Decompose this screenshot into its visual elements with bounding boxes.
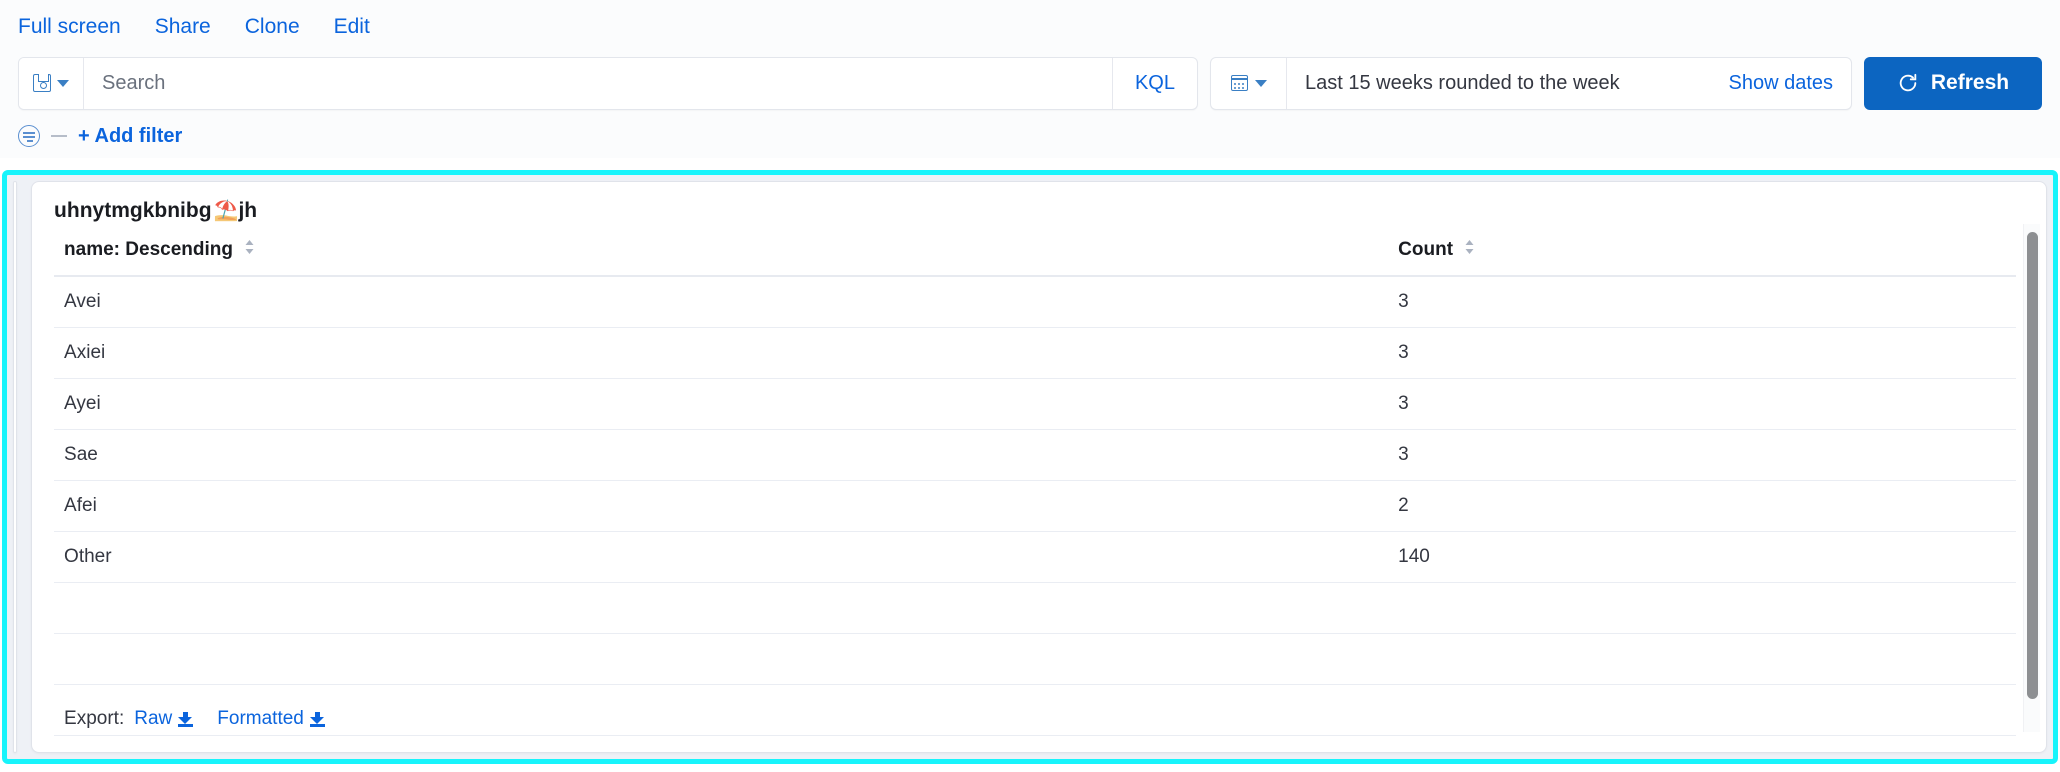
- search-input[interactable]: [84, 58, 1112, 109]
- download-icon: [310, 712, 325, 727]
- cell-empty: [1388, 582, 2016, 633]
- chevron-down-icon: [1255, 80, 1267, 87]
- export-raw-label: Raw: [134, 708, 172, 730]
- cell-count: 3: [1388, 378, 2016, 429]
- table-header-row: name: Descending Count: [54, 233, 2016, 276]
- sort-icon[interactable]: [1464, 239, 1475, 261]
- donut-chart-svg[interactable]: [14, 270, 17, 710]
- refresh-label: Refresh: [1931, 71, 2009, 95]
- export-formatted-link[interactable]: Formatted: [217, 708, 325, 730]
- date-range-label[interactable]: Last 15 weeks rounded to the week: [1287, 58, 1728, 109]
- dashboard-panels-container: poilkhjkj ☃️ AveiAxieiAyeiSaeAfei uhnytm…: [2, 170, 2058, 764]
- data-table: name: Descending Count: [54, 233, 2016, 736]
- table-body: Avei3Axiei3Ayei3Sae3Afei2Other140: [54, 276, 2016, 735]
- edit-button[interactable]: Edit: [334, 16, 370, 37]
- refresh-button[interactable]: Refresh: [1864, 57, 2042, 110]
- column-header-count-label: Count: [1398, 239, 1453, 260]
- saved-query-button[interactable]: [19, 58, 84, 109]
- table-row[interactable]: Ayei3: [54, 378, 2016, 429]
- query-language-button[interactable]: KQL: [1112, 58, 1197, 109]
- export-label: Export:: [64, 708, 124, 730]
- cell-name: Other: [54, 531, 1388, 582]
- panel-title-left: poilkhjkj ☃️: [14, 182, 17, 229]
- panel-pie-chart[interactable]: poilkhjkj ☃️ AveiAxieiAyeiSaeAfei: [13, 181, 17, 753]
- column-header-count[interactable]: Count: [1388, 233, 2016, 276]
- export-raw-link[interactable]: Raw: [134, 708, 193, 730]
- full-screen-button[interactable]: Full screen: [18, 16, 121, 37]
- panel-title-right-suffix: jh: [238, 199, 257, 223]
- panel-title-right: uhnytmgkbnibg ⛱️ jh: [32, 182, 2046, 229]
- cell-empty: [54, 582, 1388, 633]
- cell-count: 2: [1388, 480, 2016, 531]
- column-header-name[interactable]: name: Descending: [54, 233, 1388, 276]
- date-quick-select-button[interactable]: [1211, 58, 1287, 109]
- table-scrollbar[interactable]: [2023, 224, 2040, 732]
- divider: [51, 135, 67, 137]
- beach-umbrella-icon: ⛱️: [214, 198, 239, 223]
- panel-data-table[interactable]: uhnytmgkbnibg ⛱️ jh name: Descending: [31, 181, 2047, 753]
- column-header-name-label: name: Descending: [64, 239, 233, 260]
- filter-bar: + Add filter: [0, 114, 2060, 158]
- panel-title-right-text: uhnytmgkbnibg: [54, 199, 211, 223]
- dashboard-top-menu: Full screen Share Clone Edit: [0, 0, 2060, 52]
- share-button[interactable]: Share: [155, 16, 211, 37]
- cell-empty: [54, 633, 1388, 684]
- sort-icon[interactable]: [244, 239, 255, 261]
- date-picker: Last 15 weeks rounded to the week Show d…: [1210, 57, 1852, 110]
- cell-name: Axiei: [54, 327, 1388, 378]
- clone-button[interactable]: Clone: [245, 16, 300, 37]
- cell-name: Avei: [54, 276, 1388, 327]
- cell-name: Ayei: [54, 378, 1388, 429]
- sort-arrows-icon: [244, 239, 255, 255]
- cell-count: 140: [1388, 531, 2016, 582]
- cell-count: 3: [1388, 327, 2016, 378]
- cell-count: 3: [1388, 429, 2016, 480]
- cell-name: Afei: [54, 480, 1388, 531]
- download-icon: [178, 712, 193, 727]
- cell-name: Sae: [54, 429, 1388, 480]
- table-container: name: Descending Count: [32, 229, 2046, 689]
- export-formatted-label: Formatted: [217, 708, 304, 730]
- table-row[interactable]: Other140: [54, 531, 2016, 582]
- table-row-empty: [54, 633, 2016, 684]
- scrollbar-thumb[interactable]: [2027, 232, 2038, 699]
- donut-chart[interactable]: [14, 229, 17, 751]
- show-dates-button[interactable]: Show dates: [1728, 58, 1851, 109]
- table-row-empty: [54, 582, 2016, 633]
- refresh-icon: [1897, 72, 1919, 94]
- filter-icon[interactable]: [18, 125, 40, 147]
- cell-empty: [1388, 633, 2016, 684]
- query-bar: KQL Last 15 weeks rounded to the week Sh…: [0, 52, 2060, 114]
- chevron-down-icon: [57, 80, 69, 87]
- cell-count: 3: [1388, 276, 2016, 327]
- sort-arrows-icon: [1464, 239, 1475, 255]
- table-row[interactable]: Afei2: [54, 480, 2016, 531]
- table-row[interactable]: Sae3: [54, 429, 2016, 480]
- calendar-icon: [1231, 75, 1248, 91]
- search-bar: KQL: [18, 57, 1198, 110]
- add-filter-button[interactable]: + Add filter: [78, 125, 182, 148]
- table-row[interactable]: Avei3: [54, 276, 2016, 327]
- table-row[interactable]: Axiei3: [54, 327, 2016, 378]
- export-bar: Export: Raw Formatted: [32, 708, 2046, 752]
- floppy-disk-icon: [33, 74, 51, 92]
